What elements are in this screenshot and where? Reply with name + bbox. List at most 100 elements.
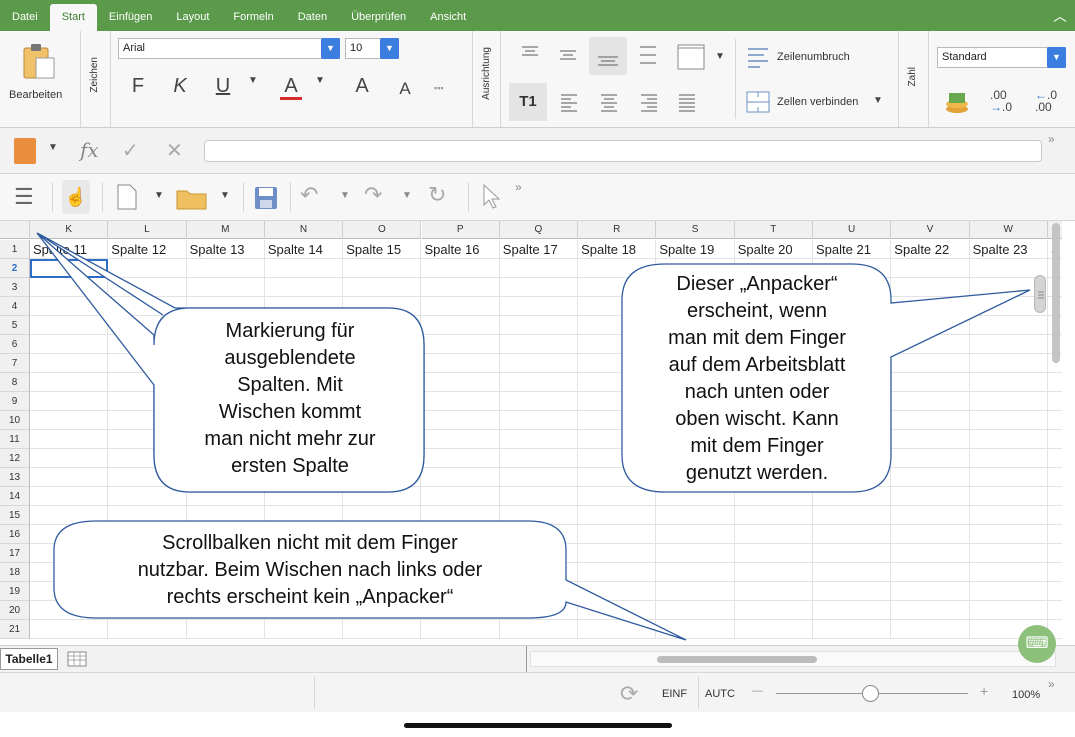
cell[interactable] — [108, 278, 187, 297]
border-icon[interactable] — [677, 44, 705, 73]
row-header[interactable]: 4 — [0, 297, 30, 316]
cell[interactable]: Spalte 19 — [656, 240, 735, 259]
menu-icon[interactable]: ☰ — [14, 184, 34, 210]
insert-mode-label[interactable]: EINF — [662, 688, 687, 700]
column-header[interactable]: Q — [499, 221, 579, 239]
menu-tab-ansicht[interactable]: Ansicht — [418, 4, 478, 31]
cell[interactable] — [891, 430, 970, 449]
column-header[interactable]: P — [421, 221, 500, 239]
cell[interactable] — [30, 335, 109, 354]
cell[interactable] — [422, 335, 500, 354]
cell[interactable] — [656, 563, 735, 582]
underline-button[interactable]: U — [213, 75, 233, 98]
font-size-select[interactable]: 10 ▼ — [345, 38, 399, 59]
cell[interactable] — [656, 620, 735, 639]
cell[interactable] — [656, 525, 735, 544]
cell[interactable] — [891, 354, 970, 373]
cell[interactable] — [108, 506, 187, 525]
cell[interactable] — [735, 506, 813, 525]
new-document-icon[interactable] — [116, 184, 138, 213]
cell[interactable] — [891, 582, 970, 601]
cell[interactable] — [30, 487, 109, 506]
cell[interactable] — [30, 259, 109, 278]
cell[interactable] — [578, 601, 657, 620]
cell[interactable] — [578, 506, 657, 525]
column-header[interactable]: O — [343, 221, 422, 239]
cell[interactable] — [970, 335, 1048, 354]
cell[interactable] — [265, 278, 344, 297]
cell[interactable] — [500, 411, 579, 430]
cell[interactable] — [970, 449, 1048, 468]
cell[interactable] — [30, 468, 109, 487]
undo-dropdown-icon[interactable]: ▼ — [340, 190, 350, 201]
cell[interactable]: Spalte 11 — [30, 240, 109, 259]
underline-dropdown-icon[interactable]: ▼ — [248, 75, 258, 86]
cell[interactable] — [813, 563, 892, 582]
cell[interactable] — [187, 620, 265, 639]
cell[interactable] — [970, 316, 1048, 335]
cell[interactable] — [813, 487, 892, 506]
auto-mode-label[interactable]: AUTC — [705, 688, 735, 700]
align-right-icon[interactable] — [639, 93, 659, 116]
menu-tab-daten[interactable]: Daten — [286, 4, 339, 31]
row-header[interactable]: 18 — [0, 563, 30, 582]
shrink-font-button[interactable]: A — [397, 79, 413, 99]
cell[interactable]: Spalte 15 — [343, 240, 422, 259]
row-header[interactable]: 19 — [0, 582, 30, 601]
formula-input[interactable] — [204, 140, 1042, 162]
cell[interactable] — [422, 297, 500, 316]
menu-tab-ueberpruefen[interactable]: Überprüfen — [339, 4, 418, 31]
merge-cells-icon[interactable] — [746, 91, 770, 116]
row-header[interactable]: 5 — [0, 316, 30, 335]
collapse-ribbon-icon[interactable]: ︿ — [1053, 6, 1067, 26]
cell[interactable] — [891, 297, 970, 316]
cell[interactable] — [970, 354, 1048, 373]
column-header[interactable]: U — [813, 221, 892, 239]
cell[interactable] — [187, 487, 265, 506]
align-justify-vert-icon[interactable] — [638, 45, 658, 72]
redo-dropdown-icon[interactable]: ▼ — [402, 190, 412, 201]
cell[interactable] — [422, 487, 500, 506]
cell[interactable] — [891, 259, 970, 278]
cell[interactable] — [656, 506, 735, 525]
cancel-icon[interactable]: ✕ — [166, 138, 183, 163]
cell[interactable] — [891, 335, 970, 354]
toolbar-more-icon[interactable]: » — [515, 180, 522, 194]
row-header[interactable]: 3 — [0, 278, 30, 297]
cell-style-dropdown-icon[interactable]: ▼ — [48, 142, 58, 153]
cell[interactable] — [891, 316, 970, 335]
cell[interactable] — [578, 582, 657, 601]
column-header[interactable]: W — [969, 221, 1048, 239]
new-dropdown-icon[interactable]: ▼ — [154, 190, 164, 201]
row-header[interactable]: 2 — [0, 259, 30, 278]
wrap-text-label[interactable]: Zeilenumbruch — [777, 51, 850, 63]
row-header[interactable]: 15 — [0, 506, 30, 525]
cell[interactable] — [735, 525, 813, 544]
cell[interactable] — [30, 411, 109, 430]
cell[interactable] — [578, 487, 657, 506]
chevron-down-icon[interactable]: ▼ — [321, 38, 340, 59]
number-format-select[interactable]: Standard ▼ — [937, 47, 1066, 68]
cell[interactable] — [343, 620, 422, 639]
bold-button[interactable]: F — [128, 75, 148, 98]
repeat-icon[interactable]: ↻ — [428, 182, 446, 208]
cell[interactable] — [1048, 449, 1062, 468]
column-header[interactable]: T — [734, 221, 813, 239]
cell[interactable] — [891, 411, 970, 430]
redo-icon[interactable]: ↷ — [364, 182, 382, 208]
chevron-down-icon[interactable]: ▼ — [1047, 47, 1066, 68]
cell[interactable] — [1048, 487, 1062, 506]
grow-font-button[interactable]: A — [352, 75, 372, 98]
cell[interactable] — [30, 373, 109, 392]
merge-dropdown-icon[interactable]: ▼ — [873, 95, 883, 106]
cell[interactable] — [891, 506, 970, 525]
align-justify-icon[interactable] — [677, 93, 697, 116]
row-header[interactable]: 17 — [0, 544, 30, 563]
row-header[interactable]: 1 — [0, 240, 30, 259]
cell[interactable] — [970, 506, 1048, 525]
row-header[interactable]: 8 — [0, 373, 30, 392]
row-header[interactable]: 12 — [0, 449, 30, 468]
cell[interactable] — [813, 620, 892, 639]
cell[interactable]: Spalte 23 — [970, 240, 1048, 259]
cell[interactable] — [813, 582, 892, 601]
